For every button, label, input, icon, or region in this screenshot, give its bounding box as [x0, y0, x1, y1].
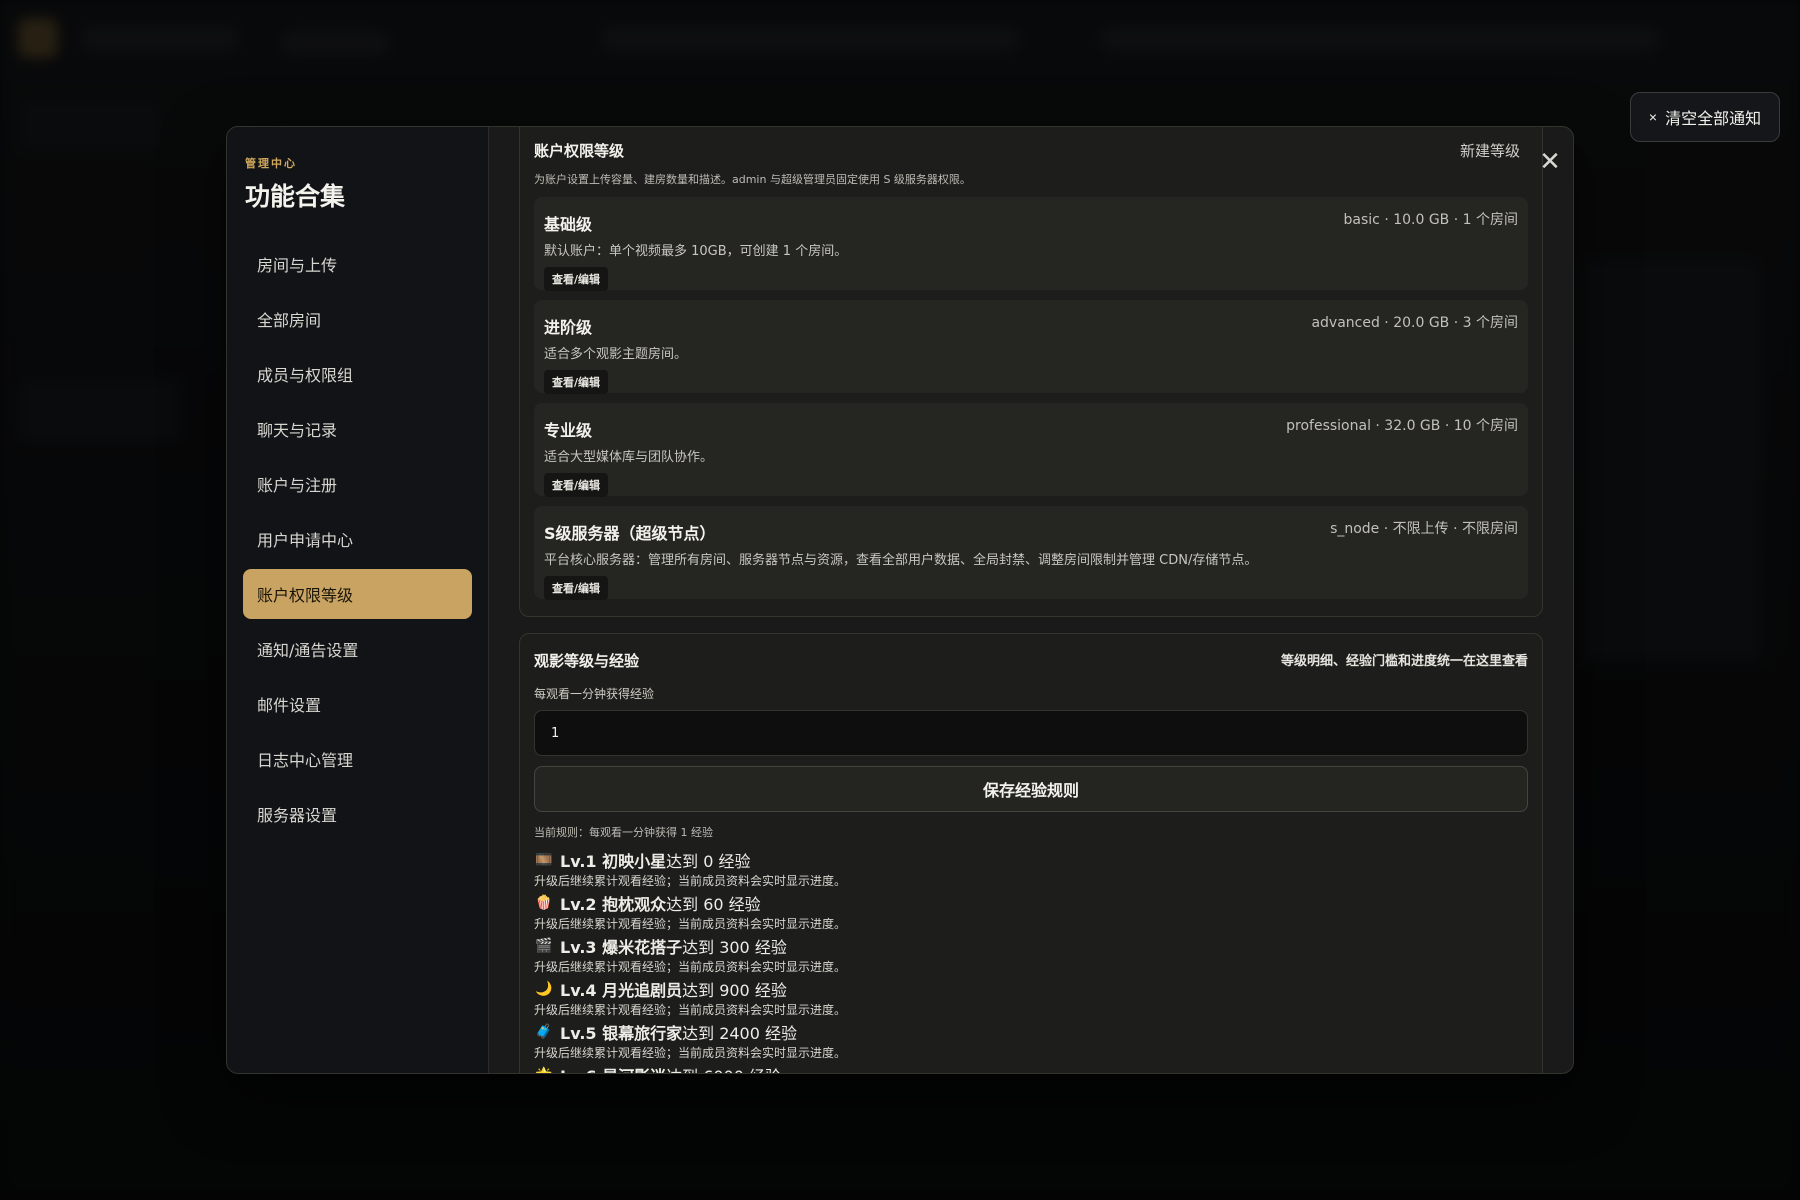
clear-notifications-label: 清空全部通知 [1665, 111, 1762, 128]
tier-card: 专业级 professional · 32.0 GB · 10 个房间 适合大型… [534, 403, 1528, 497]
level-threshold: 达到 0 经验 [666, 851, 751, 871]
clapperboard-icon: 🎬 [535, 937, 553, 954]
level-threshold: 达到 900 经验 [682, 980, 787, 1000]
tier-meta: basic · 10.0 GB · 1 个房间 [1343, 212, 1518, 228]
sidebar-item-account-registration[interactable]: 账户与注册 [243, 459, 472, 509]
tier-card: 基础级 basic · 10.0 GB · 1 个房间 默认账户：单个视频最多 … [534, 197, 1528, 291]
level-threshold: 达到 300 经验 [682, 937, 787, 957]
sidebar-title: 功能合集 [245, 182, 346, 211]
star-icon: 🌟 [534, 1067, 554, 1074]
tier-description: 平台核心服务器：管理所有房间、服务器节点与资源，查看全部用户数据、全局封禁、调整… [544, 553, 1258, 568]
sidebar-item-mail-settings[interactable]: 邮件设置 [243, 679, 472, 729]
new-level-button[interactable]: 新建等级 [1460, 140, 1520, 161]
level-name: Lv.4 月光追剧员 [560, 980, 683, 1000]
tier-description: 适合多个观影主题房间。 [544, 347, 688, 362]
level-item: 🎬 Lv.3 爆米花搭子 达到 300 经验 [534, 934, 1528, 957]
level-name: Lv.3 爆米花搭子 [560, 937, 683, 957]
level-note: 升级后继续累计观看经验；当前成员资料会实时显示进度。 [534, 1003, 847, 1017]
clear-notifications-button[interactable]: × 清空全部通知 [1630, 92, 1780, 142]
view-edit-button[interactable]: 查看/编辑 [544, 576, 609, 600]
sidebar-item-server-settings[interactable]: 服务器设置 [243, 789, 472, 839]
save-exp-rule-button[interactable]: 保存经验规则 [534, 766, 1528, 812]
feature-modal: 管理中心 功能合集 房间与上传 全部房间 成员与权限组 聊天与记录 账户与注册 … [226, 126, 1574, 1074]
sidebar-item-log-center[interactable]: 日志中心管理 [243, 734, 472, 784]
exp-per-minute-label: 每观看一分钟获得经验 [534, 687, 655, 701]
film-icon: 🎞️ [535, 851, 553, 868]
level-list: 🎞️ Lv.1 初映小星 达到 0 经验 升级后继续累计观看经验；当前成员资料会… [534, 848, 1528, 1074]
level-note: 升级后继续累计观看经验；当前成员资料会实时显示进度。 [534, 917, 847, 931]
tier-description: 适合大型媒体库与团队协作。 [544, 450, 714, 465]
tier-card: S级服务器（超级节点） s_node · 不限上传 · 不限房间 平台核心服务器… [534, 506, 1528, 600]
sidebar-item-chat-records[interactable]: 聊天与记录 [243, 404, 472, 454]
tier-description: 默认账户：单个视频最多 10GB，可创建 1 个房间。 [544, 244, 848, 259]
watch-experience-panel: 观影等级与经验 等级明细、经验门槛和进度统一在这里查看 每观看一分钟获得经验 保… [519, 633, 1543, 1073]
level-name: Lv.1 初映小星 [560, 851, 667, 871]
moon-icon: 🌙 [535, 980, 553, 997]
panel-hint: 等级明细、经验门槛和进度统一在这里查看 [1280, 654, 1528, 669]
view-edit-button[interactable]: 查看/编辑 [544, 370, 609, 394]
exp-per-minute-input[interactable] [534, 710, 1528, 756]
view-edit-button[interactable]: 查看/编辑 [544, 473, 609, 497]
sidebar-item-all-rooms[interactable]: 全部房间 [243, 294, 472, 344]
level-threshold: 达到 60 经验 [666, 894, 761, 914]
current-rule-text: 当前规则：每观看一分钟获得 1 经验 [534, 826, 713, 839]
level-threshold: 达到 2400 经验 [682, 1023, 798, 1043]
level-note: 升级后继续累计观看经验；当前成员资料会实时显示进度。 [534, 960, 847, 974]
modal-main: ✕ 账户权限等级 新建等级 为账户设置上传容量、建房数量和描述。admin 与超… [489, 127, 1573, 1073]
level-name: Lv.6 星河影迷 [560, 1063, 666, 1074]
panel-title: 账户权限等级 [534, 142, 625, 160]
sidebar-item-user-applications[interactable]: 用户申请中心 [243, 514, 472, 564]
panel-title: 观影等级与经验 [534, 652, 640, 670]
level-name: Lv.5 银幕旅行家 [560, 1023, 683, 1043]
level-threshold: 达到 6000 经验 [666, 1063, 781, 1074]
sidebar-item-account-levels[interactable]: 账户权限等级 [243, 569, 472, 619]
sidebar-nav: 房间与上传 全部房间 成员与权限组 聊天与记录 账户与注册 用户申请中心 账户权… [243, 239, 472, 839]
luggage-icon: 🧳 [535, 1023, 553, 1040]
level-item: 🍿 Lv.2 抱枕观众 达到 60 经验 [534, 891, 1528, 914]
view-edit-button[interactable]: 查看/编辑 [544, 267, 609, 291]
sidebar: 管理中心 功能合集 房间与上传 全部房间 成员与权限组 聊天与记录 账户与注册 … [227, 127, 489, 1073]
sidebar-eyebrow: 管理中心 [245, 157, 297, 170]
close-icon: × [1648, 109, 1658, 125]
close-modal-icon[interactable]: ✕ [1537, 149, 1563, 175]
account-levels-panel: 账户权限等级 新建等级 为账户设置上传容量、建房数量和描述。admin 与超级管… [519, 127, 1543, 617]
tier-meta: professional · 32.0 GB · 10 个房间 [1286, 418, 1518, 434]
sidebar-item-members-groups[interactable]: 成员与权限组 [243, 349, 472, 399]
level-item: 🎞️ Lv.1 初映小星 达到 0 经验 [534, 848, 1528, 871]
panel-description: 为账户设置上传容量、建房数量和描述。admin 与超级管理员固定使用 S 级服务… [534, 173, 971, 186]
tier-meta: s_node · 不限上传 · 不限房间 [1330, 521, 1518, 537]
level-item: 🌟 Lv.6 星河影迷 达到 6000 经验 [534, 1063, 1528, 1074]
tier-card: 进阶级 advanced · 20.0 GB · 3 个房间 适合多个观影主题房… [534, 300, 1528, 394]
level-name: Lv.2 抱枕观众 [560, 894, 667, 914]
tier-meta: advanced · 20.0 GB · 3 个房间 [1311, 315, 1518, 331]
level-item: 🧳 Lv.5 银幕旅行家 达到 2400 经验 [534, 1020, 1528, 1043]
sidebar-item-rooms-upload[interactable]: 房间与上传 [243, 239, 472, 289]
level-item: 🌙 Lv.4 月光追剧员 达到 900 经验 [534, 977, 1528, 1000]
sidebar-item-notifications[interactable]: 通知/通告设置 [243, 624, 472, 674]
level-note: 升级后继续累计观看经验；当前成员资料会实时显示进度。 [534, 1046, 847, 1060]
popcorn-icon: 🍿 [535, 894, 553, 911]
level-note: 升级后继续累计观看经验；当前成员资料会实时显示进度。 [534, 874, 847, 888]
